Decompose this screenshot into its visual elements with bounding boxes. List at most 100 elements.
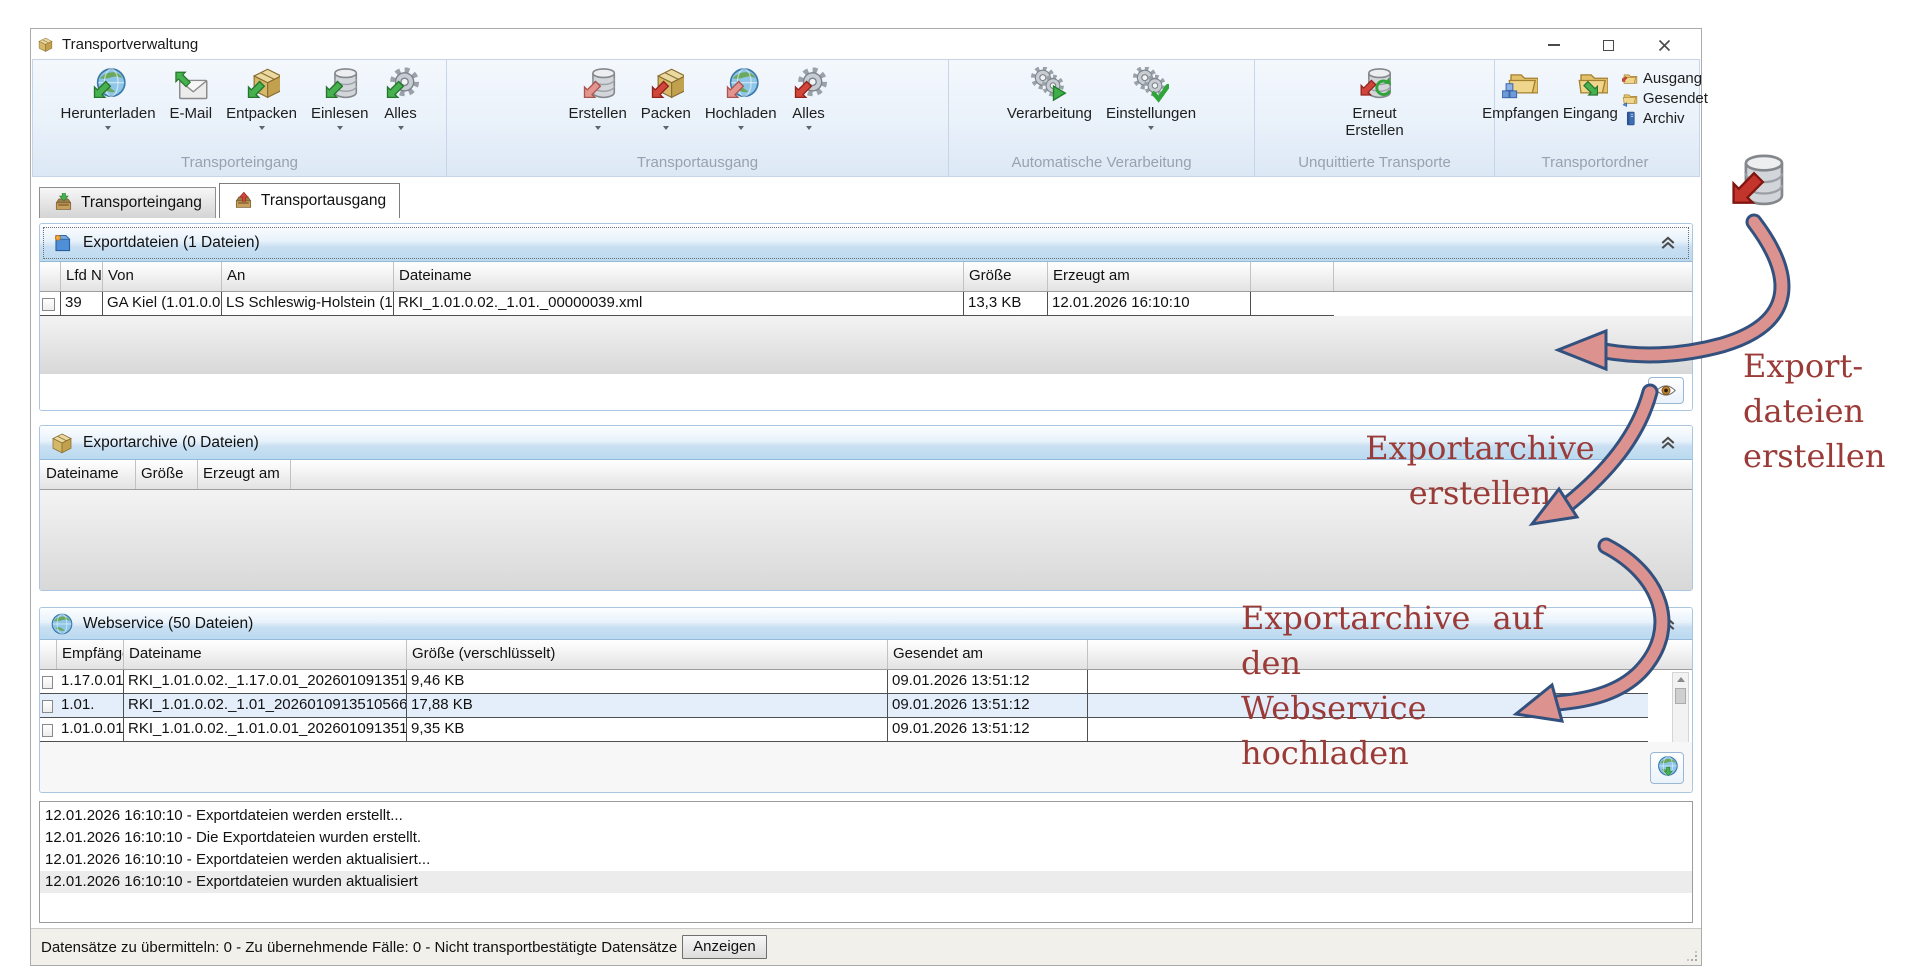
- folder-sent-icon: [1622, 90, 1639, 107]
- package-pack-red-icon: [648, 67, 684, 103]
- column-header[interactable]: Gesendet am: [888, 640, 1088, 669]
- cell-empty: [1251, 292, 1334, 315]
- chevron-double-up-icon: [1660, 236, 1676, 250]
- cell-dateiname: RKI_1.01.0.02._1.01._00000039.xml: [394, 292, 964, 315]
- collapse-chevron-button[interactable]: [1656, 434, 1680, 452]
- title-bar: Transportverwaltung: [31, 29, 1701, 59]
- column-header[interactable]: Größe: [136, 460, 198, 489]
- dropdown-caret-icon: [398, 126, 404, 130]
- column-header[interactable]: Erzeugt am: [1048, 262, 1251, 291]
- ribbon-button-label: Archiv: [1643, 110, 1685, 127]
- ribbon-button-alles-ausgang[interactable]: Alles: [785, 63, 833, 130]
- gears-settings-icon: [1133, 67, 1169, 103]
- ribbon-button-packen[interactable]: Packen: [635, 63, 697, 130]
- collapse-chevron-button[interactable]: [1656, 234, 1680, 252]
- column-header[interactable]: Lfd Nr.: [61, 262, 103, 291]
- resize-grip-icon[interactable]: [1687, 951, 1699, 963]
- row-checkbox[interactable]: [42, 700, 53, 713]
- chevron-double-up-icon: [1660, 617, 1676, 631]
- ribbon-button-einstellungen[interactable]: Einstellungen: [1100, 63, 1202, 130]
- status-text: Datensätze zu übermitteln: 0 - Zu überne…: [41, 939, 677, 956]
- ribbon-group-label: Unquittierte Transporte: [1255, 154, 1494, 176]
- panel-title: Exportdateien (1 Dateien): [83, 234, 260, 252]
- preview-button[interactable]: [1648, 377, 1684, 404]
- tray-out-icon: [233, 191, 254, 212]
- log-area: 12.01.2026 16:10:10 - Exportdateien werd…: [39, 801, 1693, 923]
- transportordner-small-buttons: Ausgang Gesendet Archiv: [1620, 63, 1710, 127]
- panel-title: Webservice (50 Dateien): [83, 615, 253, 633]
- dropdown-caret-icon: [595, 126, 601, 130]
- cell-an: LS Schleswig-Holstein (1.01.): [222, 292, 394, 315]
- triangle-up-icon: [1677, 677, 1685, 682]
- ribbon-button-label: Verarbeitung: [1007, 105, 1092, 122]
- ribbon-group-transportausgang: Erstellen Packen Hochladen Alles: [447, 60, 949, 176]
- row-checkbox[interactable]: [42, 724, 53, 737]
- dropdown-caret-icon: [259, 126, 265, 130]
- tab-transportausgang[interactable]: Transportausgang: [219, 183, 400, 218]
- column-header[interactable]: Von: [103, 262, 222, 291]
- row-gutter: [40, 718, 57, 741]
- cell-gesendet-am: 09.01.2026 13:51:12: [888, 670, 1088, 693]
- ribbon-button-eingang[interactable]: Eingang: [1561, 63, 1620, 130]
- collapse-chevron-button[interactable]: [1656, 615, 1680, 633]
- column-header-gutter[interactable]: [40, 640, 57, 669]
- column-header[interactable]: Dateiname: [124, 640, 407, 669]
- column-header[interactable]: Empfänger: [57, 640, 124, 669]
- ribbon-button-erstellen[interactable]: Erstellen: [562, 63, 632, 130]
- database-import-green-icon: [322, 67, 358, 103]
- cell-lfdnr: 39: [61, 292, 103, 315]
- maximize-button[interactable]: [1591, 35, 1625, 55]
- column-header[interactable]: Größe: [964, 262, 1048, 291]
- ribbon-button-erneut-erstellen[interactable]: Erneut Erstellen: [1331, 63, 1419, 139]
- ribbon-button-gesendet[interactable]: Gesendet: [1620, 90, 1710, 107]
- archive-icon: [1622, 110, 1639, 127]
- ribbon-button-einlesen[interactable]: Einlesen: [305, 63, 375, 130]
- column-header[interactable]: Dateiname: [40, 460, 136, 489]
- ribbon-button-ausgang[interactable]: Ausgang: [1620, 70, 1710, 87]
- scroll-up-button[interactable]: [1673, 673, 1688, 686]
- close-button[interactable]: [1647, 35, 1681, 55]
- column-header[interactable]: Erzeugt am: [198, 460, 291, 489]
- column-header-extra[interactable]: [1251, 262, 1334, 291]
- panel-title: Exportarchive (0 Dateien): [83, 434, 259, 452]
- panel-exportdateien: Exportdateien (1 Dateien) Lfd Nr. Von An…: [39, 223, 1693, 411]
- column-header[interactable]: An: [222, 262, 394, 291]
- eye-icon: [1655, 383, 1677, 398]
- annotation-note-webservice: Exportarchive auf den Webservice hochlad…: [1241, 596, 1581, 776]
- ribbon-button-label: Alles: [384, 105, 417, 122]
- webservice-upload-button[interactable]: [1650, 752, 1684, 784]
- ribbon-button-label: Hochladen: [705, 105, 777, 122]
- gear-arrow-green-icon: [383, 67, 419, 103]
- row-checkbox[interactable]: [42, 298, 55, 311]
- scrollbar-thumb[interactable]: [1675, 688, 1686, 704]
- ribbon-button-label: Packen: [641, 105, 691, 122]
- ribbon-button-herunterladen[interactable]: Herunterladen: [54, 63, 161, 130]
- column-header[interactable]: Größe (verschlüsselt): [407, 640, 888, 669]
- panel-exportdateien-header[interactable]: Exportdateien (1 Dateien): [40, 224, 1692, 262]
- ribbon-button-label: Gesendet: [1643, 90, 1708, 107]
- ribbon-button-hochladen[interactable]: Hochladen: [699, 63, 783, 130]
- dropdown-caret-icon: [663, 126, 669, 130]
- row-checkbox[interactable]: [42, 676, 53, 689]
- ribbon-button-archiv[interactable]: Archiv: [1620, 110, 1710, 127]
- ribbon-button-alles-eingang[interactable]: Alles: [377, 63, 425, 130]
- ribbon-button-verarbeitung[interactable]: Verarbeitung: [1001, 63, 1098, 130]
- dropdown-caret-icon: [738, 126, 744, 130]
- log-line: 12.01.2026 16:10:10 - Exportdateien wurd…: [40, 871, 1692, 893]
- ribbon-button-empfangen[interactable]: Empfangen: [1480, 63, 1561, 130]
- ribbon-button-email[interactable]: E-Mail: [164, 63, 219, 130]
- exportdateien-column-headers: Lfd Nr. Von An Dateiname Größe Erzeugt a…: [40, 262, 1692, 292]
- cell-gesendet-am: 09.01.2026 13:51:12: [888, 694, 1088, 717]
- table-row[interactable]: 39 GA Kiel (1.01.0.02.) LS Schleswig-Hol…: [40, 292, 1334, 316]
- ribbon-button-entpacken[interactable]: Entpacken: [220, 63, 303, 130]
- column-header[interactable]: Dateiname: [394, 262, 964, 291]
- cell-groesse: 9,46 KB: [407, 670, 888, 693]
- tab-transporteingang[interactable]: Transporteingang: [39, 187, 216, 218]
- anzeigen-button[interactable]: Anzeigen: [682, 935, 767, 959]
- ribbon-button-label: Empfangen: [1482, 105, 1559, 122]
- chevron-double-up-icon: [1660, 436, 1676, 450]
- minimize-button[interactable]: [1537, 35, 1571, 55]
- cell-groesse: 13,3 KB: [964, 292, 1048, 315]
- column-header-gutter[interactable]: [40, 262, 61, 291]
- log-line: 12.01.2026 16:10:10 - Die Exportdateien …: [40, 827, 1692, 849]
